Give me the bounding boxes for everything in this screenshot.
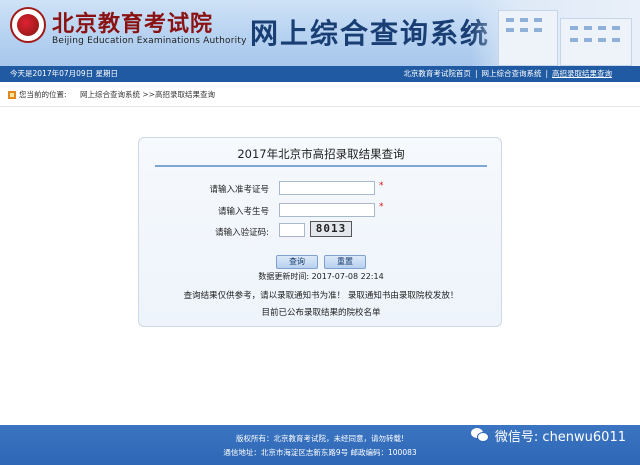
authority-logo-icon <box>10 7 46 43</box>
exam-number-label: 请输入准考证号 <box>209 185 269 195</box>
captcha-label: 请输入验证码: <box>215 228 269 238</box>
watermark-text: 微信号: chenwu6011 <box>494 429 626 445</box>
panel-title: 2017年北京市高招录取结果查询 <box>237 147 405 161</box>
exam-number-input[interactable] <box>279 181 375 195</box>
link-authority-home[interactable]: 北京教育考试院首页 <box>403 69 471 78</box>
captcha-image[interactable]: 8013 <box>310 221 352 237</box>
breadcrumb: 您当前的位置: 网上综合查询系统 >>高招录取结果查询 <box>0 86 640 104</box>
reset-button[interactable]: 重置 <box>324 255 366 269</box>
wechat-icon <box>470 427 489 443</box>
location-icon <box>8 91 16 99</box>
logo-subtitle: Beijing Education Examinations Authority <box>52 36 247 46</box>
required-mark: * <box>379 181 384 191</box>
title-underline <box>155 165 487 167</box>
watermark: 微信号: chenwu6011 <box>470 426 626 445</box>
building-illustration <box>470 0 640 66</box>
breadcrumb-path[interactable]: 网上综合查询系统 >>高招录取结果查询 <box>80 86 215 104</box>
student-number-input[interactable] <box>279 203 375 217</box>
divider <box>0 106 640 107</box>
info-bar: 今天是2017年07月09日 星期日 北京教育考试院首页 | 网上综合查询系统 | 高招… <box>0 66 640 82</box>
logo-title: 北京教育考试院 <box>52 11 214 37</box>
published-schools-link[interactable]: 目前已公布录取结果的院校名单 <box>139 306 503 318</box>
update-time: 数据更新时间: 2017-07-08 22:14 <box>258 272 384 281</box>
notice-text: 查询结果仅供参考，请以录取通知书为准！ 录取通知书由录取院校发放！ <box>183 291 459 301</box>
address-text: 通信地址：北京市海淀区志新东路9号 邮政编码：100083 <box>223 448 417 457</box>
required-mark: * <box>379 202 384 212</box>
query-button[interactable]: 查询 <box>276 255 318 269</box>
link-query-system[interactable]: 网上综合查询系统 <box>481 69 541 78</box>
query-panel: 2017年北京市高招录取结果查询 请输入准考证号 * 请输入考生号 * 请输入验… <box>138 137 502 327</box>
top-links: 北京教育考试院首页 | 网上综合查询系统 | 高招录取结果查询 <box>403 69 612 78</box>
system-title: 网上综合查询系统 <box>250 17 491 50</box>
captcha-input[interactable] <box>279 223 305 237</box>
link-admission-query[interactable]: 高招录取结果查询 <box>552 69 612 78</box>
student-number-label: 请输入考生号 <box>217 207 269 217</box>
current-date: 今天是2017年07月09日 星期日 <box>10 69 119 78</box>
breadcrumb-label: 您当前的位置: <box>19 90 67 99</box>
header-banner: 北京教育考试院 Beijing Education Examinations A… <box>0 0 640 66</box>
